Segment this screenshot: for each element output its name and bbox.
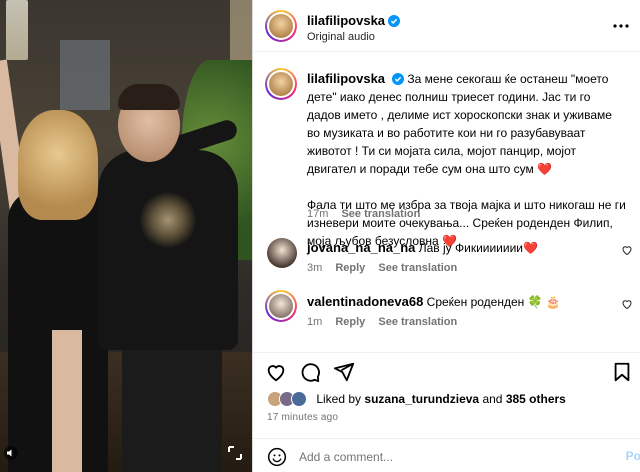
emoji-icon[interactable] [267, 447, 287, 467]
reply-button[interactable]: Reply [335, 262, 365, 274]
liked-by-connector: and [482, 392, 503, 406]
comment-icon[interactable] [299, 361, 321, 383]
liker-avatars[interactable] [267, 391, 313, 407]
avatar[interactable] [267, 238, 297, 268]
liked-by-user[interactable]: suzana_turundzieva [364, 392, 479, 406]
post-media[interactable] [0, 0, 252, 472]
likes-summary: Liked by suzana_turundzieva and 385 othe… [267, 391, 566, 407]
media-person2-hair [118, 84, 180, 110]
media-shirt-print [140, 190, 196, 250]
comment-body: Среќен роденден [426, 295, 525, 309]
avatar[interactable] [265, 290, 297, 322]
post-username[interactable]: lilafilipovska [307, 13, 401, 28]
comment-time: 1m [307, 316, 323, 328]
media-person2-shirt [98, 150, 238, 350]
like-icon[interactable] [621, 298, 633, 310]
avatar[interactable] [265, 10, 297, 42]
audio-muted-icon[interactable] [4, 446, 18, 460]
comment-text: valentinadoneva68 Среќен роденден 🍀 🎂 [307, 294, 597, 310]
comment-body: Лав ју Фикиииииии [418, 241, 523, 255]
see-translation-link[interactable]: See translation [378, 262, 457, 274]
media-glass [6, 0, 28, 60]
share-icon[interactable] [333, 361, 355, 383]
caption-paragraph-1: За мене секогаш ќе останеш "моето дете" … [307, 72, 612, 176]
post-timestamp[interactable]: 17 minutes ago [267, 412, 338, 423]
see-translation-link[interactable]: See translation [341, 208, 420, 220]
verified-icon [392, 73, 405, 85]
heart-emoji: ❤️ [537, 162, 552, 176]
action-bar [253, 352, 640, 392]
reply-button[interactable]: Reply [335, 316, 365, 328]
caption-username[interactable]: lilafilipovska [307, 71, 385, 86]
comment-item: jovana_na_na_na Лав ју Фикиииииии❤️ 3m R… [253, 234, 640, 294]
comment-meta: 1m Reply See translation [307, 316, 457, 328]
comment-emoji: 🍀 🎂 [527, 295, 561, 309]
caption-text: lilafilipovska За мене секогаш ќе остане… [307, 70, 627, 250]
caption-time: 17m [307, 208, 329, 220]
more-options-icon[interactable] [611, 18, 631, 34]
liked-by-others[interactable]: 385 others [506, 392, 566, 406]
post-header: lilafilipovska Original audio [253, 0, 640, 52]
like-icon[interactable] [265, 361, 287, 383]
comment-item: valentinadoneva68 Среќен роденден 🍀 🎂 1m… [253, 288, 640, 348]
comment-username[interactable]: valentinadoneva68 [307, 294, 423, 309]
original-audio-link[interactable]: Original audio [307, 31, 375, 43]
media-background-light [230, 0, 252, 60]
comment-text: jovana_na_na_na Лав ју Фикиииииии❤️ [307, 240, 597, 256]
like-icon[interactable] [621, 244, 633, 256]
media-person-leg [52, 330, 82, 472]
post-panel: lilafilipovska Original audio lilafilipo… [252, 0, 640, 472]
media-person2-legs [122, 340, 222, 472]
media-person-hair [18, 110, 98, 220]
comment-meta: 3m Reply See translation [307, 262, 457, 274]
add-comment-bar: Po [253, 438, 640, 472]
post-comment-button[interactable]: Po [626, 449, 640, 463]
comment-input[interactable] [299, 447, 599, 467]
see-translation-link[interactable]: See translation [378, 316, 457, 328]
liked-by-prefix: Liked by [316, 392, 362, 406]
caption-avatar[interactable] [265, 68, 297, 100]
expand-icon[interactable] [226, 444, 244, 462]
comment-time: 3m [307, 262, 323, 274]
comment-username[interactable]: jovana_na_na_na [307, 240, 415, 255]
media-background-window [60, 40, 110, 110]
verified-icon [388, 15, 401, 27]
save-icon[interactable] [611, 361, 633, 383]
comment-emoji: ❤️ [523, 241, 538, 255]
caption-meta: 17m See translation [307, 208, 420, 220]
